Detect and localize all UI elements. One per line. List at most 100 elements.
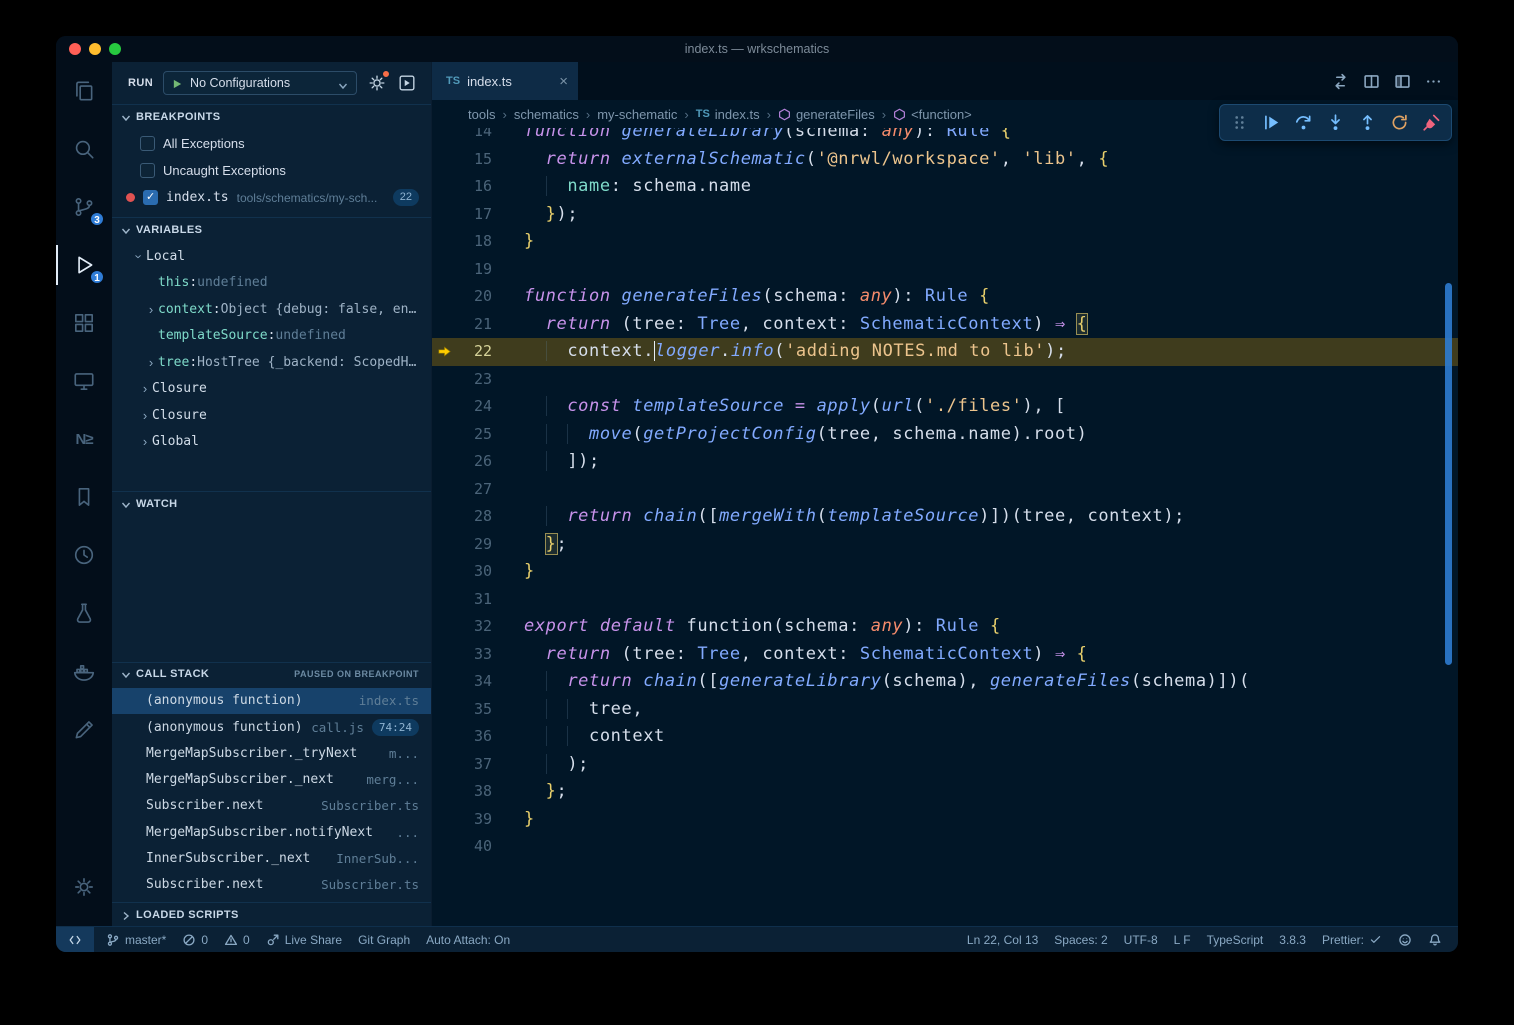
call-stack-frame[interactable]: Subscriber.nextSubscriber.ts [112,872,431,898]
variable-row[interactable]: ›Local [112,243,431,270]
variables-section-header[interactable]: VARIABLES [112,217,431,241]
variable-row[interactable]: ›Closure [112,376,431,403]
gutter[interactable]: 27 [432,476,492,504]
checkbox-unchecked[interactable] [140,136,155,151]
remote-explorer-icon[interactable] [56,352,112,410]
extensions-icon[interactable] [56,294,112,352]
git-branch[interactable]: master* [98,927,174,952]
gutter[interactable]: 33 [432,641,492,669]
drag-grip-icon[interactable] [1230,113,1249,132]
more-actions-icon[interactable] [1425,73,1442,90]
bookmarks-icon[interactable] [56,468,112,526]
checkbox-unchecked[interactable] [140,163,155,178]
close-tab-icon[interactable]: × [559,73,568,90]
close-window-button[interactable] [69,43,81,55]
open-changes-icon[interactable] [1332,73,1349,90]
zoom-window-button[interactable] [109,43,121,55]
disconnect-button[interactable] [1422,113,1441,132]
checkbox-checked[interactable] [143,190,158,205]
source-control-icon[interactable]: 3 [56,178,112,236]
variable-row[interactable]: ›tree: HostTree {_backend: ScopedH… [112,349,431,376]
clock-icon[interactable] [56,526,112,584]
gutter[interactable]: 30 [432,558,492,586]
nx-console-icon[interactable]: N≥ [56,410,112,468]
debug-console-icon[interactable] [397,73,417,93]
encoding[interactable]: UTF-8 [1116,927,1166,952]
warning-count[interactable]: 0 [216,927,258,952]
gutter[interactable]: 21 [432,311,492,339]
breadcrumb-item[interactable]: tools [468,107,495,122]
gutter[interactable]: 39 [432,806,492,834]
step-out-button[interactable] [1358,113,1377,132]
gutter[interactable]: 32 [432,613,492,641]
variable-row[interactable]: this: undefined [112,270,431,297]
run-debug-icon[interactable]: 1 [56,236,112,294]
gutter[interactable]: 14 [432,128,492,146]
step-over-button[interactable] [1294,113,1313,132]
explorer-icon[interactable] [56,62,112,120]
launch-settings-gear-icon[interactable] [367,73,387,93]
breakpoints-section-header[interactable]: BREAKPOINTS [112,104,431,128]
breadcrumb-item[interactable]: generateFiles [778,107,875,122]
git-graph[interactable]: Git Graph [350,927,418,952]
call-stack-frame[interactable]: (anonymous function)call.js74:24 [112,714,431,740]
gutter[interactable]: 16 [432,173,492,201]
breadcrumb-item[interactable]: <function> [893,107,972,122]
error-count[interactable]: 0 [174,927,216,952]
cursor-position[interactable]: Ln 22, Col 13 [959,927,1046,952]
gutter[interactable]: 36 [432,723,492,751]
gutter[interactable]: 29 [432,531,492,559]
call-stack-frame[interactable]: Subscriber.nextSubscriber.ts [112,793,431,819]
gutter[interactable]: 26 [432,448,492,476]
search-icon[interactable] [56,120,112,178]
gutter[interactable]: 28 [432,503,492,531]
breadcrumb-item[interactable]: my-schematic [597,107,677,122]
beaker-icon[interactable] [56,584,112,642]
auto-attach[interactable]: Auto Attach: On [418,927,518,952]
split-editor-icon[interactable] [1363,73,1380,90]
minimize-window-button[interactable] [89,43,101,55]
gutter[interactable]: 34 [432,668,492,696]
gutter[interactable]: 22 [432,338,492,366]
gutter[interactable]: 25 [432,421,492,449]
gutter[interactable]: 15 [432,146,492,174]
watch-section-header[interactable]: WATCH [112,491,431,515]
tab-index-ts[interactable]: TS index.ts × [432,62,578,100]
live-share[interactable]: Live Share [258,927,350,952]
call-stack-frame[interactable]: MergeMapSubscriber._tryNextm... [112,740,431,766]
variable-row[interactable]: ›Closure [112,402,431,429]
settings-gear-icon[interactable] [56,858,112,916]
feedback[interactable] [1390,927,1420,952]
notifications[interactable] [1420,927,1450,952]
loaded-scripts-section-header[interactable]: LOADED SCRIPTS [112,902,431,926]
configurations-dropdown[interactable]: No Configurations [163,71,357,95]
gutter[interactable]: 37 [432,751,492,779]
call-stack-frame[interactable]: (anonymous function)index.ts [112,688,431,714]
prettier[interactable]: Prettier: [1314,927,1390,952]
remote-indicator[interactable] [56,927,94,952]
docker-icon[interactable] [56,642,112,700]
gutter[interactable]: 19 [432,256,492,284]
breakpoint-uncaught-exceptions[interactable]: Uncaught Exceptions [112,157,431,184]
restart-button[interactable] [1390,113,1409,132]
call-stack-section-header[interactable]: CALL STACK PAUSED ON BREAKPOINT [112,662,431,686]
gutter[interactable]: 24 [432,393,492,421]
ts-version[interactable]: 3.8.3 [1271,927,1314,952]
breadcrumb-item[interactable]: schematics [514,107,579,122]
layout-icon[interactable] [1394,73,1411,90]
gutter[interactable]: 23 [432,366,492,394]
variable-row[interactable]: ›Global [112,429,431,456]
variable-row[interactable]: templateSource: undefined [112,323,431,350]
breakpoint-all-exceptions[interactable]: All Exceptions [112,130,431,157]
language-mode[interactable]: TypeScript [1199,927,1272,952]
call-stack-frame[interactable]: InnerSubscriber._nextInnerSub... [112,845,431,871]
gutter[interactable]: 38 [432,778,492,806]
start-debugging-icon[interactable] [172,77,183,89]
gutter[interactable]: 17 [432,201,492,229]
gutter[interactable]: 40 [432,833,492,861]
breakpoint-file-row[interactable]: index.ts tools/schematics/my-sch... 22 [112,184,431,211]
scrollbar-thumb[interactable] [1445,283,1452,665]
call-stack-frame[interactable]: MergeMapSubscriber._nextmerg... [112,767,431,793]
indentation[interactable]: Spaces: 2 [1046,927,1115,952]
step-into-button[interactable] [1326,113,1345,132]
